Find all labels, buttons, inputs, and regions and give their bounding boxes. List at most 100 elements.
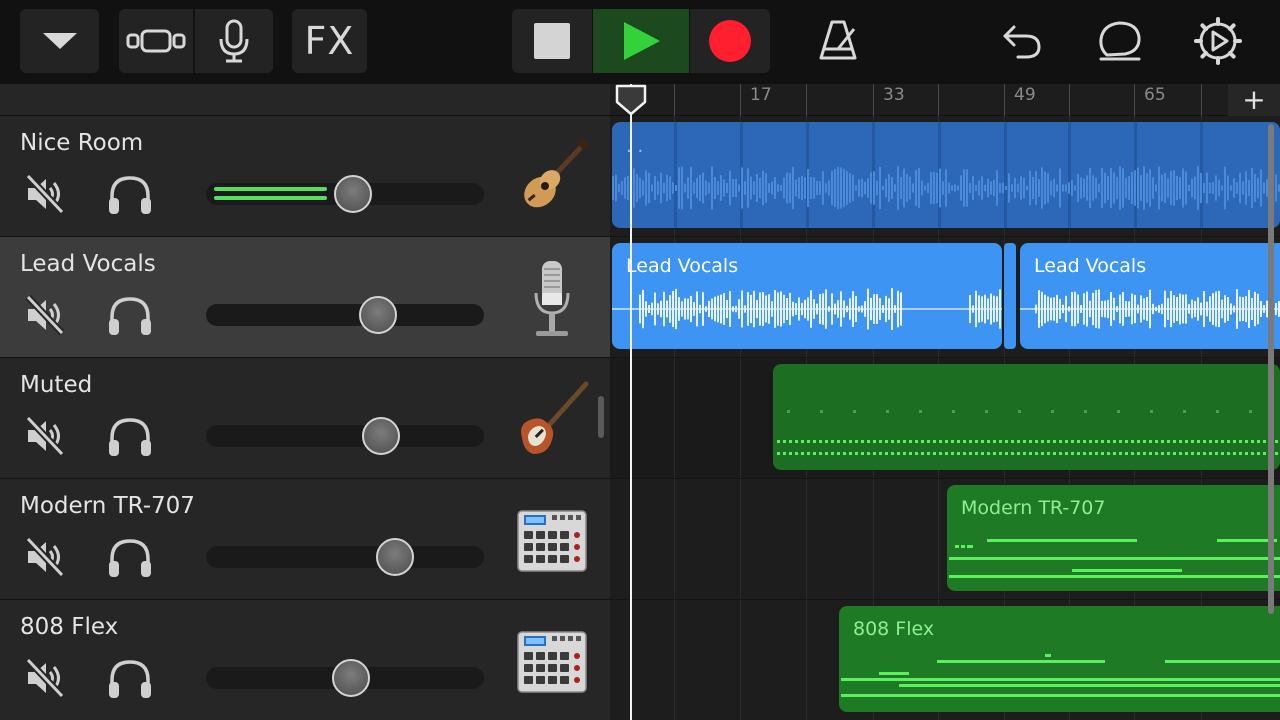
waveform-bar: [882, 305, 884, 313]
midi-note: [801, 452, 804, 455]
midi-note: [891, 452, 894, 455]
waveform-bar: [1248, 179, 1250, 197]
midi-note: [1216, 410, 1219, 413]
waveform-bar: [639, 177, 641, 199]
waveform-bar: [1254, 174, 1256, 202]
solo-button[interactable]: [106, 656, 154, 700]
midi-note: [1209, 440, 1212, 443]
midi-note: [927, 440, 930, 443]
waveform-bar: [852, 291, 854, 327]
waveform-bar: [762, 170, 764, 206]
waveform-bar: [987, 298, 989, 320]
mute-button[interactable]: [22, 414, 66, 458]
volume-slider[interactable]: [206, 175, 484, 213]
region-808-flex[interactable]: 808 Flex: [839, 606, 1280, 712]
midi-note: [1023, 440, 1026, 443]
region-lead-vocals-fragment[interactable]: [1004, 243, 1016, 349]
waveform-bar: [978, 180, 980, 196]
track-list-scrollbar[interactable]: [598, 396, 604, 438]
add-section-button[interactable]: +: [1228, 84, 1280, 116]
solo-button[interactable]: [106, 172, 154, 216]
region-nice-room[interactable]: . .: [612, 122, 1280, 228]
midi-note: [939, 452, 942, 455]
waveform-bar: [819, 294, 821, 324]
track-header[interactable]: 808 Flex: [0, 600, 610, 720]
waveform-bar: [1170, 170, 1172, 206]
metronome-button[interactable]: [806, 9, 870, 73]
volume-knob[interactable]: [362, 417, 401, 455]
acoustic-guitar-icon[interactable]: [512, 138, 592, 218]
volume-slider[interactable]: [206, 538, 484, 576]
volume-slider[interactable]: [206, 417, 484, 455]
waveform-bar: [1179, 293, 1181, 325]
mute-button[interactable]: [22, 293, 66, 337]
waveform-bar: [717, 295, 719, 323]
waveform-bar: [1116, 306, 1118, 312]
volume-slider[interactable]: [206, 296, 484, 334]
midi-note: [1167, 440, 1170, 443]
waveform-bar: [669, 176, 671, 200]
playhead-handle[interactable]: [613, 84, 649, 116]
waveform-bar: [972, 176, 974, 200]
tracks-view-button[interactable]: [119, 9, 193, 73]
volume-knob[interactable]: [334, 175, 373, 213]
drum-machine-icon[interactable]: [512, 501, 592, 581]
undo-button[interactable]: [990, 9, 1054, 73]
waveform-bar: [993, 295, 995, 323]
loop-browser-button[interactable]: [1088, 9, 1152, 73]
record-button[interactable]: [690, 9, 770, 73]
play-button[interactable]: [593, 9, 689, 73]
track-header[interactable]: Lead Vocals: [0, 237, 610, 358]
solo-button[interactable]: [106, 414, 154, 458]
track-header[interactable]: Muted: [0, 358, 610, 479]
settings-button[interactable]: [1186, 9, 1250, 73]
mute-button[interactable]: [22, 535, 66, 579]
track-header[interactable]: Nice Room: [0, 116, 610, 237]
mute-button[interactable]: [22, 656, 66, 700]
volume-slider[interactable]: [206, 659, 484, 697]
waveform-bar: [1173, 295, 1175, 323]
drum-machine-icon[interactable]: [512, 622, 592, 702]
midi-note: [1183, 410, 1186, 413]
region-modern-tr707[interactable]: Modern TR-707: [947, 485, 1280, 591]
waveform-bar: [828, 180, 830, 196]
region-muted[interactable]: [773, 364, 1280, 470]
volume-knob[interactable]: [376, 538, 415, 576]
headphones-icon: [106, 176, 154, 220]
solo-button[interactable]: [106, 293, 154, 337]
ruler[interactable]: 17 33 49 65 +: [610, 84, 1280, 116]
waveform-bar: [750, 294, 752, 324]
midi-note: [981, 440, 984, 443]
timeline-scrollbar[interactable]: [1268, 124, 1274, 614]
mute-button[interactable]: [22, 172, 66, 216]
fx-button[interactable]: FX: [292, 9, 367, 73]
bass-guitar-icon[interactable]: [512, 380, 592, 460]
waveform-bar: [681, 301, 683, 317]
my-songs-button[interactable]: [20, 9, 99, 73]
track-header[interactable]: Modern TR-707: [0, 479, 610, 600]
solo-button[interactable]: [106, 535, 154, 579]
waveform-bar: [942, 181, 944, 195]
waveform-bar: [918, 168, 920, 208]
waveform-bar: [1200, 172, 1202, 204]
region-lead-vocals-2[interactable]: Lead Vocals: [1020, 243, 1280, 349]
waveform-bar: [891, 288, 893, 330]
mic-button[interactable]: [195, 9, 273, 73]
studio-microphone-icon[interactable]: [512, 259, 592, 339]
waveform-bar: [660, 172, 662, 204]
volume-knob[interactable]: [331, 659, 370, 697]
region-lead-vocals-1[interactable]: Lead Vocals: [612, 243, 1002, 349]
waveform-bar: [657, 303, 659, 315]
waveform-bar: [693, 302, 695, 316]
waveform-bar: [1218, 179, 1220, 197]
waveform-bar: [1122, 168, 1124, 208]
stop-button[interactable]: [512, 9, 592, 73]
muted-midi-notes: [777, 410, 1278, 455]
waveform-bar: [1179, 177, 1181, 199]
waveform-bar: [1113, 297, 1115, 321]
waveform-bar: [954, 184, 956, 192]
midi-note: [1083, 452, 1086, 455]
waveform-bar: [1155, 184, 1157, 192]
volume-knob[interactable]: [359, 296, 398, 334]
waveform-bar: [1224, 295, 1226, 323]
